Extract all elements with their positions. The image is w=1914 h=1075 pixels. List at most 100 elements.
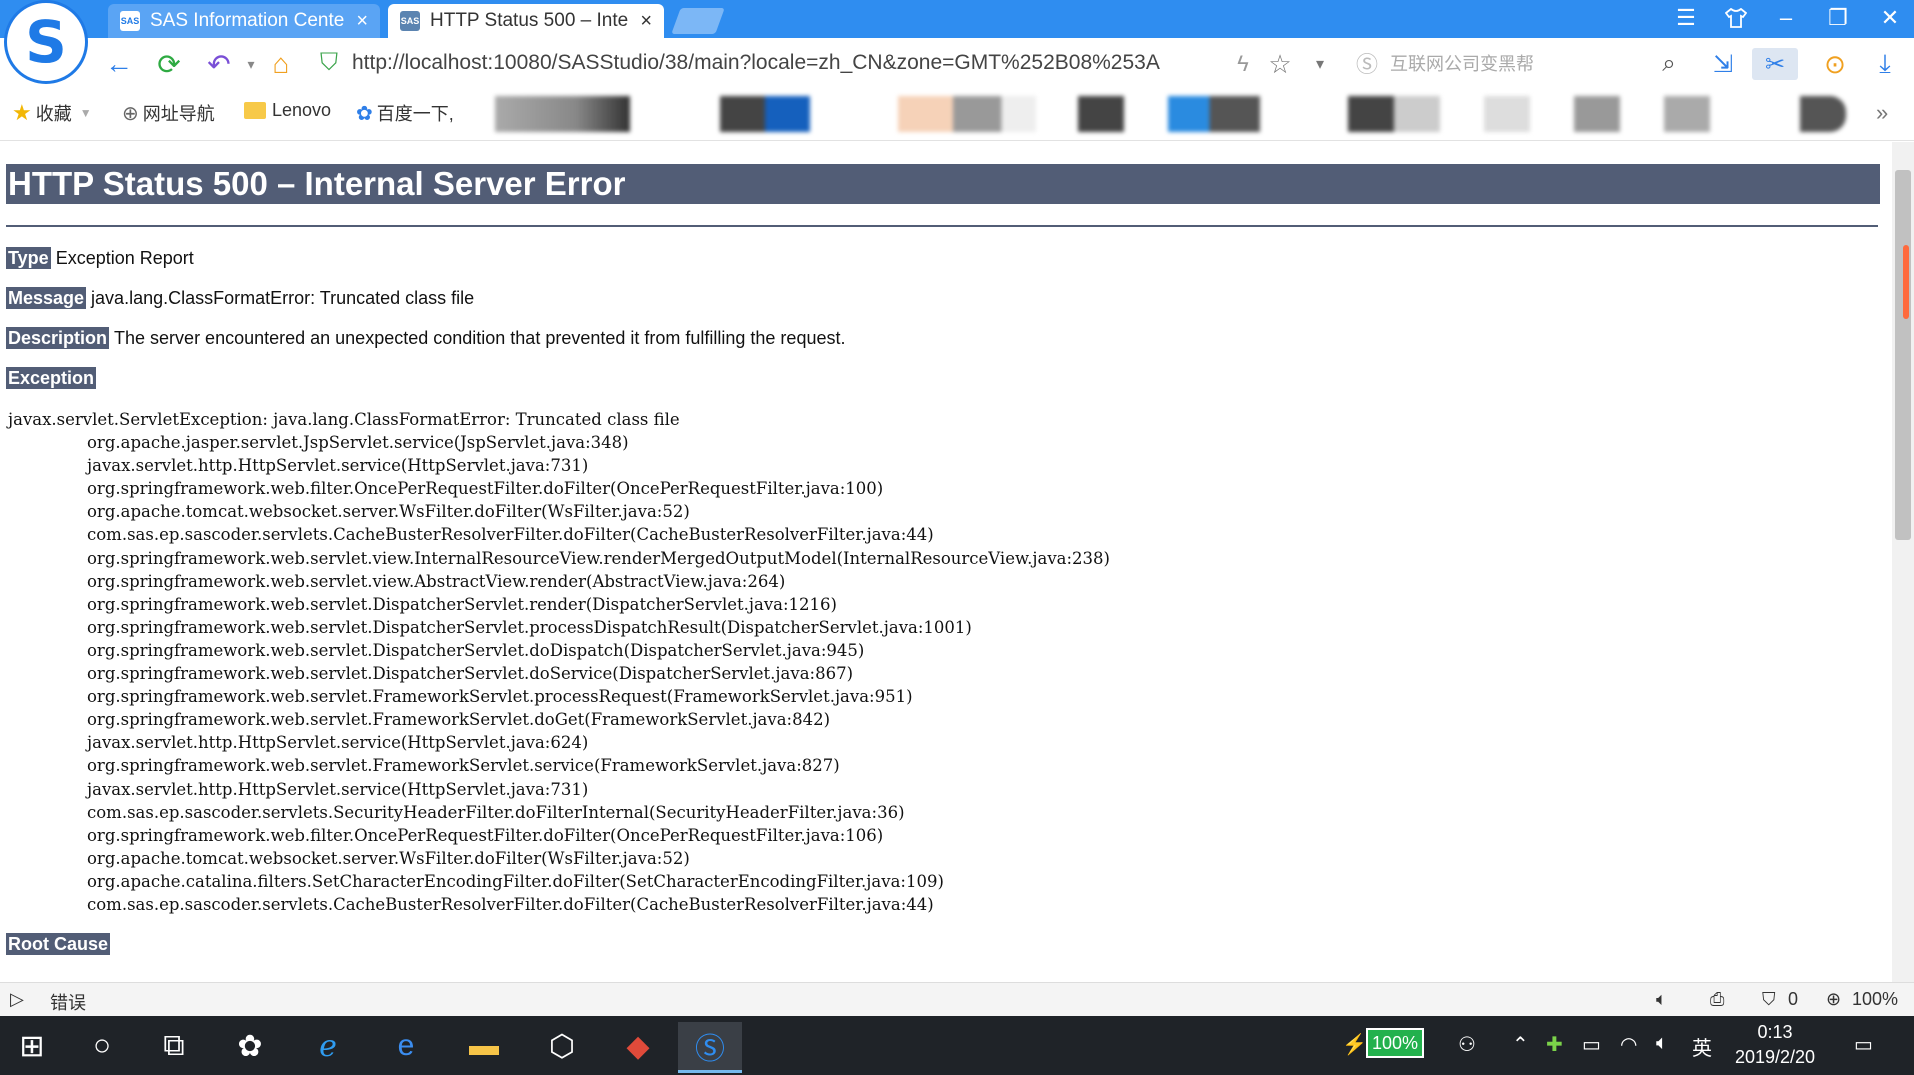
app-red-icon[interactable]: ◆: [606, 1022, 670, 1070]
edge-browser-icon[interactable]: e: [374, 1022, 438, 1070]
adblock-count: 0: [1788, 989, 1799, 1009]
blurred-bookmark[interactable]: [1168, 96, 1260, 132]
virtualbox-icon[interactable]: ⬡: [530, 1022, 594, 1070]
blurred-bookmark[interactable]: [1078, 96, 1124, 132]
stack-frame: org.springframework.web.servlet.Dispatch…: [87, 640, 865, 660]
print-icon[interactable]: ⎙: [1710, 989, 1724, 1010]
blurred-bookmark[interactable]: [720, 96, 810, 132]
bookmarks-bar: ★ 收藏 ▼ ⊕ 网址导航 Lenovo ✿ 百度一下, »: [0, 88, 1914, 141]
blurred-bookmark[interactable]: [1800, 96, 1846, 132]
windows-start-icon[interactable]: ⊞: [0, 1022, 64, 1070]
power-plug-icon[interactable]: ⚡: [1342, 1032, 1367, 1057]
wifi-icon[interactable]: ◠: [1620, 1032, 1637, 1057]
blurred-bookmark[interactable]: [898, 96, 1036, 132]
search-box[interactable]: Ⓢ 互联网公司变黑帮: [1356, 44, 1686, 82]
refresh-icon[interactable]: ⟳: [152, 48, 186, 80]
type-row: Type Exception Report: [6, 247, 194, 269]
secure-shield-icon: ⛉: [320, 49, 338, 76]
close-icon[interactable]: ×: [640, 10, 652, 33]
undo-icon[interactable]: ↶: [202, 48, 236, 80]
stack-frame: org.apache.jasper.servlet.JspServlet.ser…: [87, 433, 629, 453]
blurred-bookmark[interactable]: [495, 96, 630, 132]
search-engine-icon: Ⓢ: [1356, 52, 1379, 77]
cortana-search-icon[interactable]: ○: [70, 1022, 134, 1070]
favorite-star-icon[interactable]: ☆: [1263, 48, 1297, 80]
blurred-bookmark[interactable]: [1574, 96, 1620, 132]
tab-http-status-500[interactable]: SAS HTTP Status 500 – Inte ×: [388, 4, 664, 38]
blurred-bookmark[interactable]: [1484, 96, 1530, 132]
star-icon: ★: [12, 100, 32, 125]
security-plus-icon[interactable]: ✚: [1546, 1032, 1563, 1057]
page-content: HTTP Status 500 – Internal Server Error …: [0, 142, 1892, 982]
360-browser-taskbar-icon[interactable]: Ⓢ: [678, 1022, 742, 1073]
root-cause-row: Root Cause: [6, 933, 115, 955]
stack-frame: com.sas.ep.sascoder.servlets.SecurityHea…: [87, 802, 905, 822]
ime-indicator[interactable]: 英: [1692, 1032, 1712, 1061]
notification-center-icon[interactable]: ▭: [1854, 1032, 1873, 1057]
home-icon[interactable]: ⌂: [264, 48, 298, 80]
battery-indicator[interactable]: 100%: [1366, 1028, 1424, 1058]
tab-label: SAS Information Cente: [150, 10, 345, 31]
scrollbar-thumb[interactable]: [1895, 170, 1911, 540]
bookmark-label: 网址导航: [142, 104, 215, 124]
bookmark-favorites[interactable]: ★ 收藏 ▼: [12, 100, 92, 126]
speaker-icon[interactable]: 🔈︎: [1656, 1032, 1668, 1055]
clock-time: 0:13: [1757, 1022, 1793, 1042]
close-window-icon[interactable]: ✕: [1866, 0, 1914, 36]
search-placeholder[interactable]: 互联网公司变黑帮: [1390, 50, 1534, 76]
stack-frame: org.springframework.web.filter.OncePerRe…: [87, 479, 884, 499]
tab-label: HTTP Status 500 – Inte: [430, 10, 629, 31]
stack-frame: javax.servlet.http.HttpServlet.service(H…: [87, 733, 589, 753]
globe-icon: ⊕: [122, 102, 139, 125]
type-label: Type: [6, 247, 51, 269]
address-bar[interactable]: ⛉ http://localhost:10080/SASStudio/38/ma…: [320, 44, 1310, 82]
bookmark-nav[interactable]: ⊕ 网址导航: [122, 100, 215, 126]
back-icon[interactable]: ←: [102, 48, 136, 80]
play-icon[interactable]: ▷: [10, 989, 24, 1010]
clock[interactable]: 0:13 2019/2/20: [1730, 1020, 1820, 1070]
page-title: HTTP Status 500 – Internal Server Error: [6, 164, 1880, 204]
close-icon[interactable]: ×: [356, 10, 368, 33]
restore-icon[interactable]: ❐: [1814, 0, 1862, 36]
skin-icon[interactable]: [1712, 0, 1760, 36]
stack-frame: org.springframework.web.servlet.view.Int…: [87, 548, 1110, 568]
undo-dropdown-icon[interactable]: ▾: [234, 48, 268, 80]
stack-frame: org.springframework.web.servlet.Dispatch…: [87, 664, 854, 684]
exception-label: Exception: [6, 367, 97, 389]
download-icon[interactable]: ⤓: [1868, 48, 1902, 80]
more-icon[interactable]: ⊙: [1818, 48, 1852, 80]
zoom-icon[interactable]: ⊕: [1826, 989, 1841, 1010]
adblock-icon[interactable]: ⛉: [1762, 989, 1776, 1010]
url-text[interactable]: http://localhost:10080/SASStudio/38/main…: [352, 51, 1160, 75]
tab-sas-information-center[interactable]: SAS SAS Information Cente ×: [108, 4, 380, 38]
minimize-icon[interactable]: –: [1762, 0, 1810, 36]
stack-frames: org.apache.jasper.servlet.JspServlet.ser…: [8, 431, 1110, 916]
stack-frame: com.sas.ep.sascoder.servlets.CacheBuster…: [87, 525, 934, 545]
browser-logo-icon[interactable]: S: [4, 0, 88, 84]
task-view-icon[interactable]: ⧉: [142, 1022, 206, 1070]
lightning-icon[interactable]: ϟ: [1226, 48, 1260, 80]
ie-browser-icon[interactable]: ℯ: [296, 1022, 360, 1070]
bookmark-baidu[interactable]: ✿ 百度一下,: [356, 100, 454, 126]
search-icon[interactable]: ⌕: [1652, 48, 1686, 80]
blurred-bookmark[interactable]: [1348, 96, 1440, 132]
exception-head: javax.servlet.ServletException: java.lan…: [8, 410, 680, 429]
file-explorer-icon[interactable]: ▬: [452, 1022, 516, 1070]
screenshot-scissors-icon[interactable]: ✂: [1752, 48, 1798, 80]
show-hidden-icons-chevron[interactable]: ⌃: [1512, 1032, 1529, 1057]
menu-icon[interactable]: ☰: [1662, 0, 1710, 36]
dropdown-icon[interactable]: ▾: [1303, 48, 1337, 80]
blurred-bookmark[interactable]: [1664, 96, 1710, 132]
people-icon[interactable]: ⚇: [1458, 1032, 1476, 1057]
volume-icon[interactable]: 🔈︎: [1656, 989, 1667, 1010]
status-text: 错误: [50, 993, 86, 1013]
stack-frame: org.apache.tomcat.websocket.server.WsFil…: [87, 502, 690, 522]
app-icon[interactable]: ✿: [218, 1022, 282, 1070]
bookmark-lenovo[interactable]: Lenovo: [244, 100, 331, 121]
sas-favicon-icon: SAS: [120, 11, 140, 31]
more-bookmarks-icon[interactable]: »: [1876, 100, 1888, 126]
login-icon[interactable]: ⇲: [1706, 48, 1740, 80]
zoom-level[interactable]: 100%: [1852, 989, 1898, 1010]
clock-date: 2019/2/20: [1734, 1047, 1816, 1067]
battery-icon[interactable]: ▭: [1582, 1032, 1601, 1057]
